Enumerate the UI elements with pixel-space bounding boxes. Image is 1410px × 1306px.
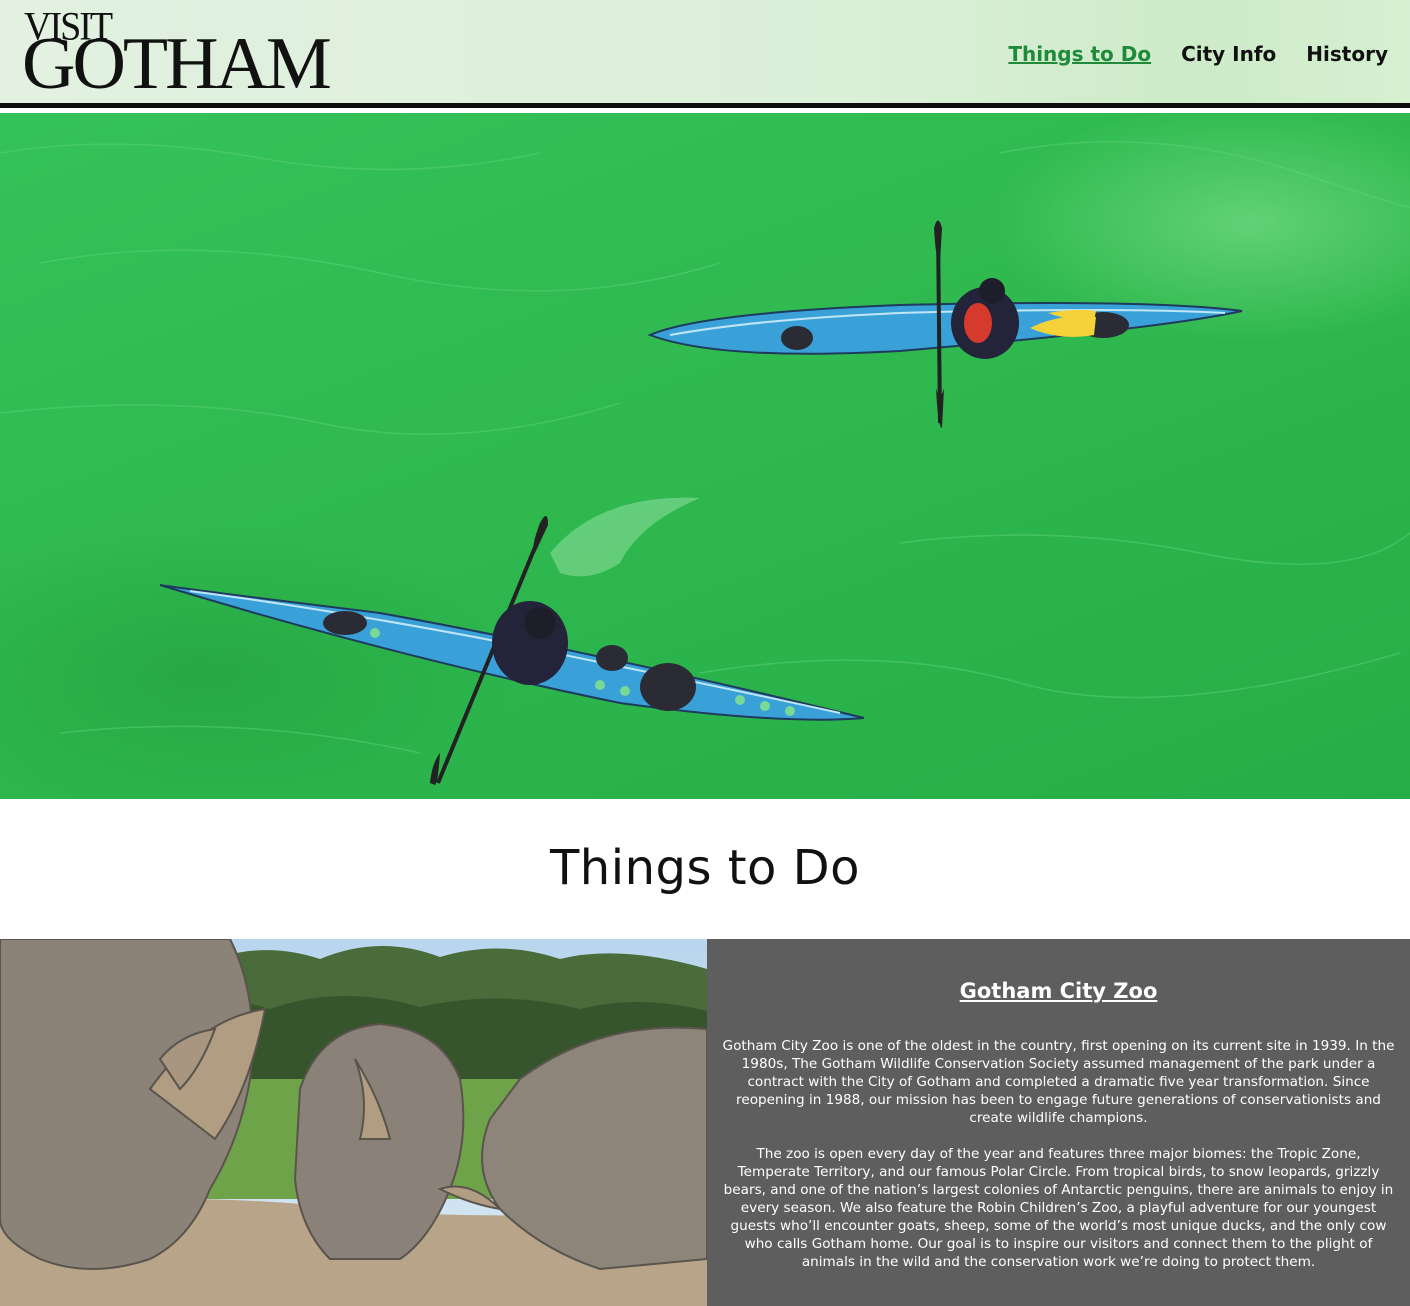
zoo-paragraph-1: Gotham City Zoo is one of the oldest in … xyxy=(722,1038,1395,1126)
zoo-heading[interactable]: Gotham City Zoo xyxy=(721,979,1396,1003)
logo-gotham-text: GOTHAM xyxy=(22,23,332,105)
hero-image xyxy=(0,113,1410,799)
nav-things-to-do[interactable]: Things to Do xyxy=(1008,42,1151,66)
upper-kayak xyxy=(647,220,1243,428)
kayak-wake xyxy=(550,497,700,577)
zoo-photo xyxy=(0,939,707,1306)
lower-kayak xyxy=(159,515,865,785)
water-ripples xyxy=(0,141,1410,754)
page-title: Things to Do xyxy=(549,840,860,896)
nav-city-info[interactable]: City Info xyxy=(1181,42,1276,66)
zoo-info-panel: Gotham City Zoo Gotham City Zoo is one o… xyxy=(707,939,1410,1306)
site-header: VISIT GOTHAM Things to Do City Info Hist… xyxy=(0,0,1410,108)
main-nav: Things to Do City Info History xyxy=(1008,42,1388,66)
rhino-illustration xyxy=(0,939,707,1306)
nav-history[interactable]: History xyxy=(1306,42,1388,66)
site-logo[interactable]: VISIT GOTHAM xyxy=(22,7,364,105)
hero-kayak-illustration xyxy=(0,141,1410,785)
zoo-paragraph-2: The zoo is open every day of the year an… xyxy=(723,1146,1394,1270)
